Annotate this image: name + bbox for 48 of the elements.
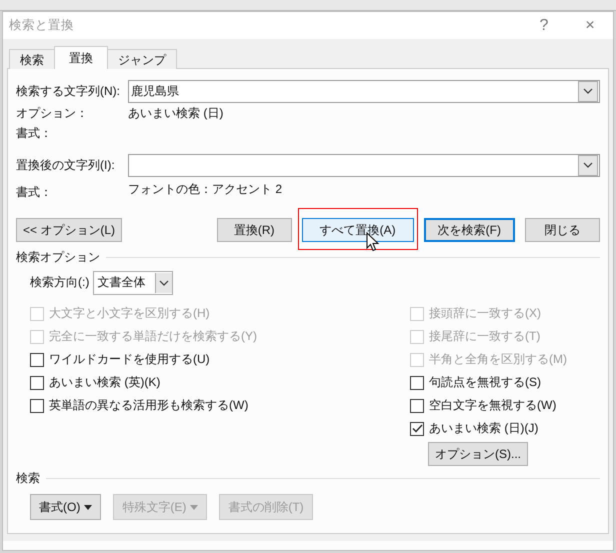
find-field[interactable]: 鹿児島県 — [128, 80, 600, 102]
info-value: あいまい検索 (日) — [128, 104, 224, 122]
options-button[interactable]: オプション(S)... — [428, 442, 528, 466]
checkbox-label: ワイルドカードを使用する(U) — [49, 351, 210, 368]
checkbox-label: 完全に一致する単語だけを検索する(Y) — [49, 328, 257, 345]
checkbox[interactable] — [410, 398, 424, 412]
dialog-button[interactable]: すべて置換(A) — [302, 218, 414, 242]
info-label: 書式： — [16, 124, 53, 142]
dropdown-icon[interactable] — [578, 154, 598, 176]
checkbox-label: 句読点を無視する(S) — [429, 374, 541, 391]
checkbox-label: 空白文字を無視する(W) — [429, 397, 556, 414]
field-label: 置換後の文字列(I): — [16, 156, 116, 174]
checkbox-label: あいまい検索 (英)(K) — [49, 374, 160, 391]
tab[interactable]: 検索 — [9, 49, 55, 69]
checkbox[interactable] — [30, 398, 44, 412]
field-label: 検索方向(:) — [30, 274, 90, 291]
dialog-button[interactable]: 閉じる — [525, 218, 600, 242]
checkbox[interactable] — [410, 422, 424, 436]
info-value: フォントの色：アクセント 2 — [128, 180, 282, 198]
format-button[interactable]: 書式(O) — [30, 494, 102, 520]
section-title: 検索オプション — [16, 248, 100, 266]
checkbox-label: あいまい検索 (日)(J) — [429, 420, 538, 437]
checkbox-label: 半角と全角を区別する(M) — [429, 351, 567, 368]
caret-icon — [190, 504, 198, 510]
checkbox-label: 大文字と小文字を区別する(H) — [49, 305, 210, 322]
options-toggle-button[interactable]: << オプション(L) — [16, 218, 122, 242]
tab[interactable]: ジャンプ — [107, 49, 177, 69]
field-label: 検索する文字列(N): — [16, 82, 121, 100]
tab[interactable]: 置換 — [54, 46, 108, 69]
section-title: 検索 — [16, 470, 40, 486]
checkbox[interactable] — [30, 352, 44, 366]
checkbox[interactable] — [410, 376, 424, 390]
dropdown-icon[interactable] — [578, 80, 598, 102]
close-button[interactable]: × — [567, 16, 613, 34]
checkbox-label: 英単語の異なる活用形も検索する(W) — [49, 397, 248, 414]
help-button[interactable]: ? — [521, 16, 567, 34]
replace-field[interactable] — [128, 154, 600, 176]
info-label: 書式： — [16, 184, 53, 200]
checkbox[interactable] — [30, 376, 44, 390]
window-title: 検索と置換 — [9, 17, 75, 34]
info-label: オプション： — [16, 104, 89, 122]
dialog-button[interactable]: 置換(R) — [216, 218, 292, 242]
direction-dropdown[interactable]: 文書全体 — [93, 270, 174, 294]
dropdown-icon — [159, 280, 170, 286]
dialog-button[interactable]: 次を検索(F) — [424, 218, 515, 242]
checkbox-label: 接尾辞に一致する(T) — [429, 328, 540, 345]
caret-icon — [84, 504, 92, 510]
checkbox-label: 接頭辞に一致する(X) — [429, 305, 541, 322]
